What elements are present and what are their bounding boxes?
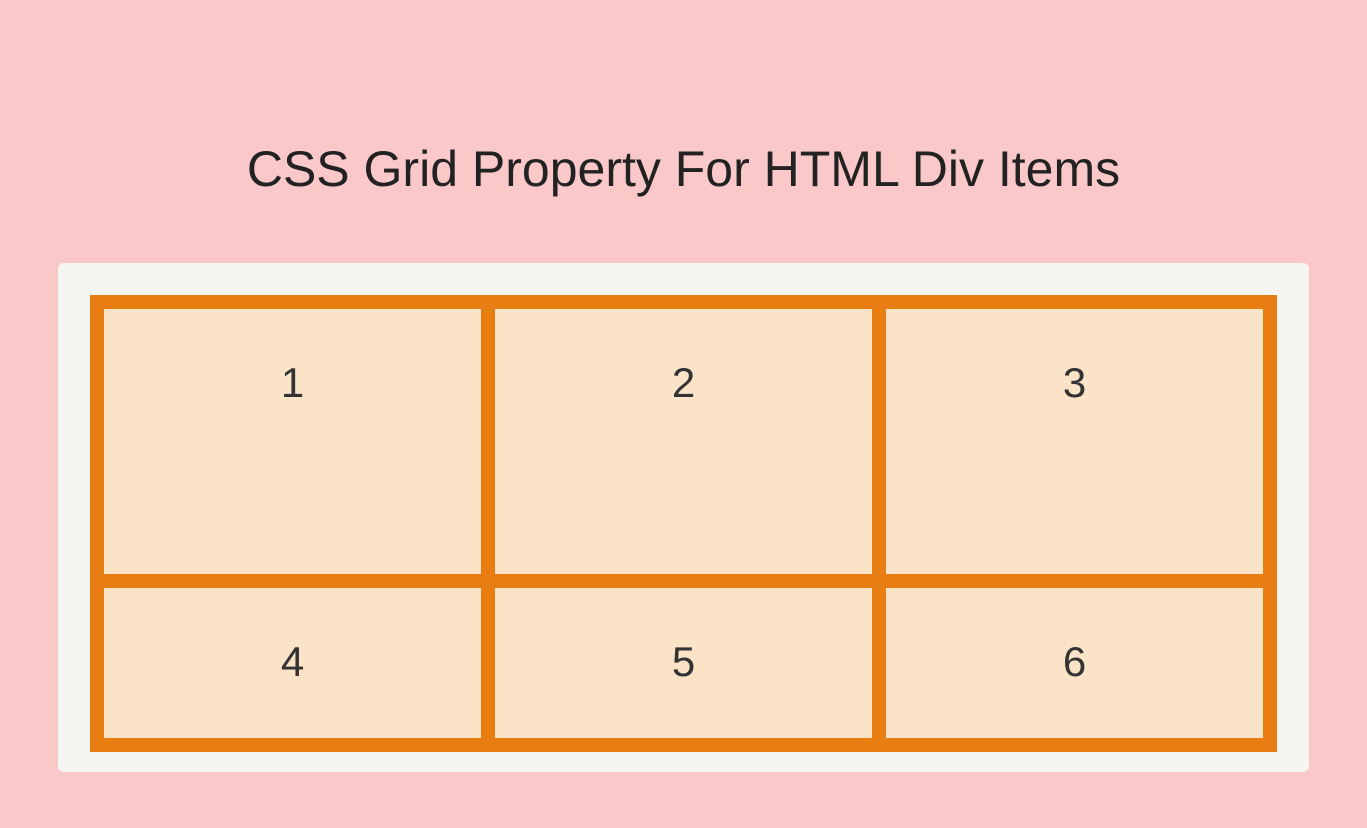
grid-container: 1 2 3 4 5 6 xyxy=(90,295,1277,752)
grid-item: 5 xyxy=(495,588,872,738)
grid-panel: 1 2 3 4 5 6 xyxy=(58,263,1309,772)
grid-item: 6 xyxy=(886,588,1263,738)
grid-item: 1 xyxy=(104,309,481,574)
grid-item: 2 xyxy=(495,309,872,574)
page-title: CSS Grid Property For HTML Div Items xyxy=(0,0,1367,263)
grid-item: 4 xyxy=(104,588,481,738)
grid-item: 3 xyxy=(886,309,1263,574)
